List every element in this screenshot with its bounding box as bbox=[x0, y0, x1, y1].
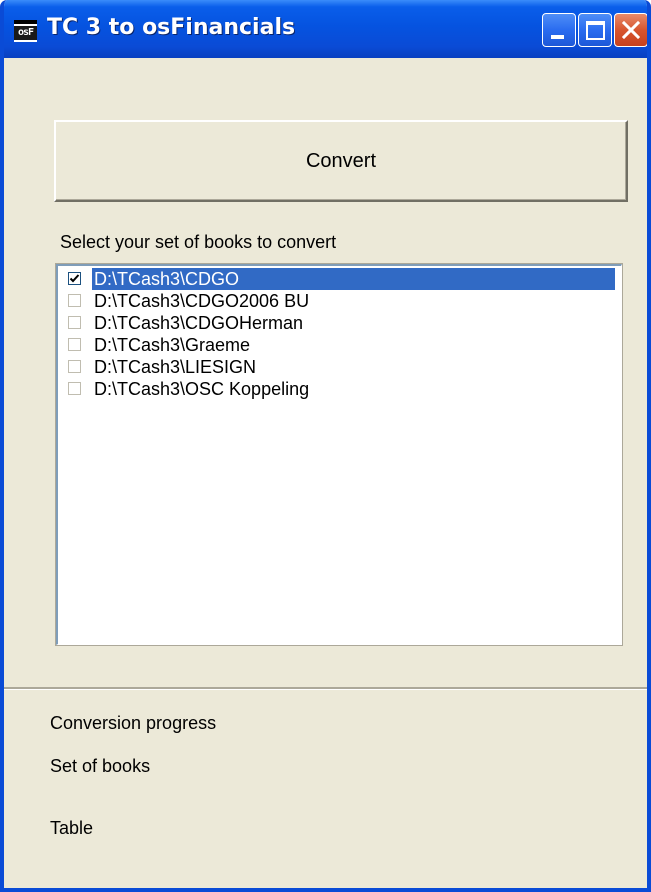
checkbox[interactable] bbox=[68, 316, 81, 329]
checkbox[interactable] bbox=[68, 382, 81, 395]
convert-button[interactable]: Convert bbox=[54, 120, 628, 202]
list-item-label: D:\TCash3\LIESIGN bbox=[94, 357, 257, 377]
minimize-icon bbox=[551, 35, 564, 39]
list-item-label: D:\TCash3\OSC Koppeling bbox=[94, 379, 310, 399]
app-logo-icon: osF bbox=[14, 20, 37, 42]
checkbox[interactable] bbox=[68, 360, 81, 373]
conversion-progress-label: Conversion progress bbox=[50, 713, 217, 733]
list-item-label: D:\TCash3\CDGO bbox=[91, 267, 616, 291]
checkbox-checked[interactable] bbox=[68, 272, 81, 285]
list-item[interactable]: D:\TCash3\LIESIGN bbox=[63, 356, 617, 378]
checkmark-icon bbox=[69, 274, 80, 283]
table-label: Table bbox=[50, 818, 94, 838]
logo-bar bbox=[14, 20, 37, 24]
checkbox[interactable] bbox=[68, 338, 81, 351]
title-bar[interactable]: osF TC 3 to osFinancials bbox=[4, 0, 647, 58]
list-item-label: D:\TCash3\CDGO2006 BU bbox=[94, 291, 310, 311]
maximize-icon bbox=[586, 21, 605, 40]
list-item[interactable]: D:\TCash3\CDGO2006 BU bbox=[63, 290, 617, 312]
app-window: osF TC 3 to osFinancials Convert Select … bbox=[0, 0, 651, 892]
list-item[interactable]: D:\TCash3\CDGO bbox=[63, 267, 617, 291]
select-books-label: Select your set of books to convert bbox=[60, 232, 337, 252]
minimize-button[interactable] bbox=[542, 13, 576, 47]
window-title: TC 3 to osFinancials bbox=[47, 15, 296, 40]
maximize-button[interactable] bbox=[578, 13, 612, 47]
list-item[interactable]: D:\TCash3\Graeme bbox=[63, 334, 617, 356]
logo-text: osF bbox=[14, 26, 37, 40]
list-item[interactable]: D:\TCash3\CDGOHerman bbox=[63, 312, 617, 334]
close-button[interactable] bbox=[614, 13, 647, 47]
list-item-label: D:\TCash3\Graeme bbox=[94, 335, 251, 355]
checkbox[interactable] bbox=[68, 294, 81, 307]
set-of-books-label: Set of books bbox=[50, 756, 151, 776]
list-item-label: D:\TCash3\CDGOHerman bbox=[94, 313, 304, 333]
list-item[interactable]: D:\TCash3\OSC Koppeling bbox=[63, 378, 617, 400]
section-divider bbox=[4, 687, 647, 690]
close-icon bbox=[622, 21, 640, 39]
books-checklist[interactable]: D:\TCash3\CDGO D:\TCash3\CDGO2006 BU D:\… bbox=[56, 264, 622, 645]
